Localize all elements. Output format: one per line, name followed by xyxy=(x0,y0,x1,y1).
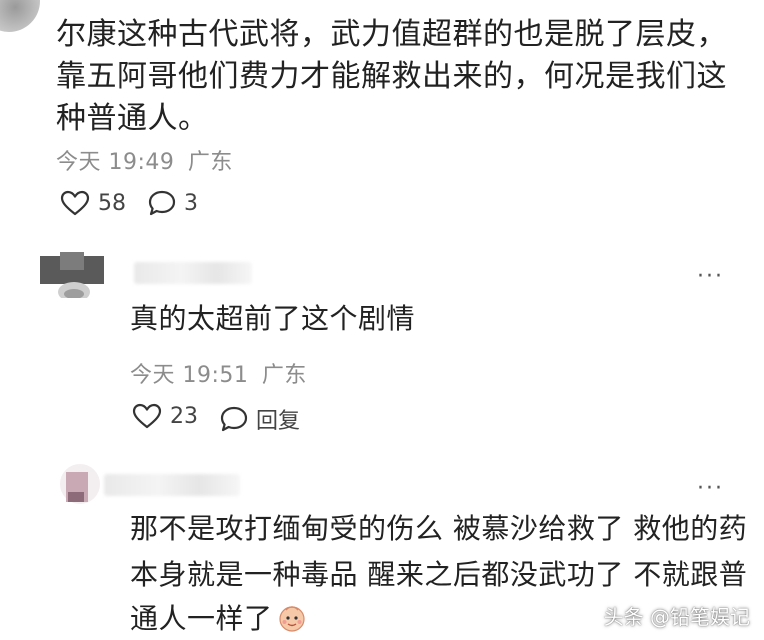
reply-time: 今天 19:51 xyxy=(130,363,249,388)
comment-time: 今天 19:49 xyxy=(56,150,175,175)
reply-count: 3 xyxy=(184,190,198,216)
reply-reply-button[interactable]: 回复 xyxy=(220,403,300,435)
reply-text-line: 本身就是一种毒品 醒来之后都没武功了 不就跟普 xyxy=(130,558,748,591)
top-avatar[interactable] xyxy=(0,0,40,32)
heart-outline-icon xyxy=(60,190,90,216)
reply-text-line-with-emoji: 通人一样了 xyxy=(130,600,307,638)
reply-avatar[interactable] xyxy=(40,252,104,298)
more-dots-icon[interactable]: ··· xyxy=(697,266,724,288)
watermark: 头条 @铅笔娱记 xyxy=(603,605,750,629)
reply-text-line: 通人一样了 xyxy=(130,602,273,635)
reply-text: 真的太超前了这个剧情 xyxy=(130,302,416,335)
heart-outline-icon xyxy=(132,403,162,429)
speech-bubble-icon xyxy=(148,190,176,216)
like-button[interactable]: 58 xyxy=(60,190,126,216)
reply-username-blurred[interactable] xyxy=(134,262,252,284)
reply-meta: 今天 19:51 广东 xyxy=(130,357,307,389)
comment-location: 广东 xyxy=(187,150,233,175)
comment-meta: 今天 19:49 广东 xyxy=(56,144,233,176)
emoji-face-icon xyxy=(278,606,305,632)
like-count: 58 xyxy=(98,190,126,216)
more-dots-icon[interactable]: ··· xyxy=(697,478,724,500)
comment-text: 尔康这种古代武将，武力值超群的也是脱了层皮，靠五阿哥他们费力才能解救出来的，何况… xyxy=(56,17,727,136)
reply-username-blurred[interactable] xyxy=(104,474,240,496)
comment-button[interactable]: 3 xyxy=(148,190,198,216)
avatar-image xyxy=(40,252,104,298)
reply-like-button[interactable]: 23 xyxy=(132,403,198,429)
reply-avatar[interactable] xyxy=(58,462,104,510)
reply-like-count: 23 xyxy=(170,403,198,429)
reply-text-line: 那不是攻打缅甸受的伤么 被慕沙给救了 救他的药 xyxy=(130,512,748,545)
reply-label: 回复 xyxy=(256,409,301,434)
reply-location: 广东 xyxy=(261,363,307,388)
avatar-image xyxy=(60,464,100,504)
speech-bubble-icon xyxy=(220,406,248,432)
